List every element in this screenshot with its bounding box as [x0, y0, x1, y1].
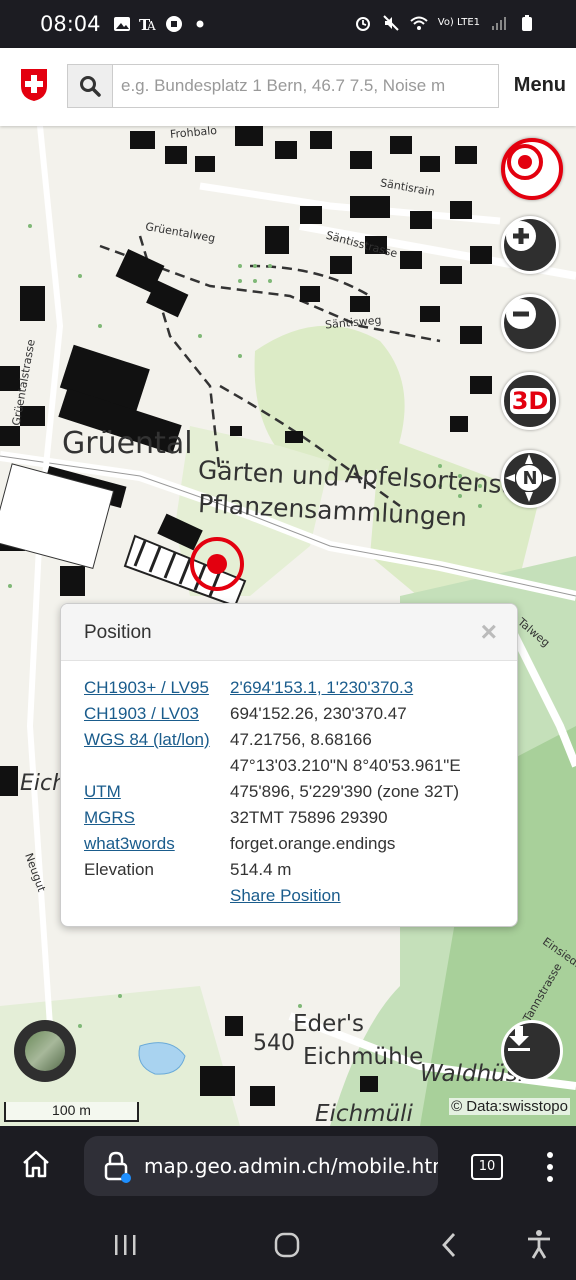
- search-bar: [67, 64, 499, 108]
- alarm-icon: [355, 17, 370, 31]
- wgs84-dms-key: [84, 753, 230, 779]
- zoom-in-icon: [506, 221, 536, 251]
- url-text[interactable]: map.geo.admin.ch/mobile.html: [144, 1154, 438, 1178]
- zoom-out-button[interactable]: [501, 294, 559, 352]
- scale-label: 100 m: [52, 1102, 91, 1118]
- status-time: 08:04: [40, 12, 101, 36]
- url-bar[interactable]: map.geo.admin.ch/mobile.html: [84, 1136, 438, 1196]
- elevation-value: 514.4 m: [230, 860, 292, 879]
- zoom-out-icon: [506, 299, 536, 329]
- what3words-link[interactable]: what3words: [84, 831, 230, 857]
- download-icon: [508, 1026, 530, 1051]
- app-header: Menu: [0, 48, 576, 126]
- popup-title: Position: [84, 622, 152, 643]
- map-label-elevation: 540: [253, 1031, 295, 1056]
- threed-label: 3D: [509, 387, 551, 415]
- row-lv03: CH1903 / LV03 694'152.26, 230'370.47: [84, 701, 517, 727]
- mgrs-value: 32TMT 75896 29390: [230, 808, 388, 827]
- zoom-in-button[interactable]: [501, 216, 559, 274]
- compass-label: N: [522, 468, 538, 489]
- background-layer-button[interactable]: [14, 1020, 76, 1082]
- what3words-value: forget.orange.endings: [230, 834, 396, 853]
- row-wgs84: WGS 84 (lat/lon) 47.21756, 8.68166: [84, 727, 517, 753]
- wifi-icon: [410, 16, 428, 30]
- row-elevation: Elevation 514.4 m: [84, 857, 517, 883]
- mute-icon: [383, 15, 399, 31]
- search-icon: [80, 76, 101, 97]
- network-label: Vo) LTE1: [437, 17, 480, 28]
- row-utm: UTM 475'896, 5'229'390 (zone 32T): [84, 779, 517, 805]
- home-nav-icon[interactable]: [273, 1231, 301, 1259]
- dot-icon: [196, 20, 204, 28]
- elevation-key: Elevation: [84, 860, 154, 879]
- location-icon: [507, 144, 543, 180]
- wgs84-value: 47.21756, 8.68166: [230, 730, 372, 749]
- tabs-button[interactable]: 10: [471, 1154, 503, 1180]
- gallery-icon: [113, 17, 130, 31]
- signal-icon: [492, 17, 506, 30]
- lv95-link[interactable]: CH1903+ / LV95: [84, 675, 230, 701]
- recent-apps-icon[interactable]: [112, 1232, 138, 1258]
- battery-icon: [522, 15, 532, 31]
- utm-value: 475'896, 5'229'390 (zone 32T): [230, 782, 460, 801]
- search-input[interactable]: [113, 65, 498, 107]
- more-options-icon[interactable]: [540, 1150, 560, 1184]
- row-mgrs: MGRS 32TMT 75896 29390: [84, 805, 517, 831]
- mgrs-link[interactable]: MGRS: [84, 805, 230, 831]
- row-wgs84-dms: 47°13'03.210"N 8°40'53.961"E: [84, 753, 517, 779]
- geolocation-button[interactable]: [501, 138, 563, 200]
- wgs84-link[interactable]: WGS 84 (lat/lon): [84, 727, 230, 753]
- row-lv95: CH1903+ / LV95 2'694'153.1, 1'230'370.3: [84, 675, 517, 701]
- share-key: [84, 883, 230, 909]
- accessibility-icon[interactable]: [524, 1228, 554, 1260]
- popup-body: CH1903+ / LV95 2'694'153.1, 1'230'370.3 C…: [61, 661, 517, 909]
- utm-link[interactable]: UTM: [84, 779, 230, 805]
- menu-button[interactable]: Menu: [514, 74, 566, 97]
- search-button[interactable]: [68, 65, 113, 107]
- swiss-flag-logo[interactable]: [20, 68, 48, 102]
- popup-header: Position ×: [61, 604, 517, 661]
- close-icon[interactable]: ×: [481, 616, 497, 648]
- browser-toolbar: map.geo.admin.ch/mobile.html 10: [0, 1126, 576, 1212]
- status-bar: 08:04 TA Vo) LTE1: [0, 0, 576, 48]
- threed-button[interactable]: 3D: [501, 372, 559, 430]
- home-icon[interactable]: [20, 1148, 52, 1180]
- svg-text:A: A: [146, 19, 156, 33]
- attribution[interactable]: © Data:swisstopo: [449, 1098, 570, 1115]
- row-share: Share Position: [84, 883, 517, 909]
- compass-button[interactable]: N: [501, 450, 559, 508]
- lv95-value[interactable]: 2'694'153.1, 1'230'370.3: [230, 675, 517, 701]
- lv03-link[interactable]: CH1903 / LV03: [84, 701, 230, 727]
- row-what3words: what3words forget.orange.endings: [84, 831, 517, 857]
- lv03-value: 694'152.26, 230'370.47: [230, 704, 407, 723]
- news-icon: TA: [139, 16, 156, 33]
- position-popup: Position × CH1903+ / LV95 2'694'153.1, 1'…: [60, 603, 518, 927]
- system-nav-bar: [0, 1212, 576, 1280]
- map-label-eichmuehli: Eichmüli: [315, 1101, 413, 1126]
- download-button[interactable]: [501, 1020, 563, 1082]
- wgs84-dms-value: 47°13'03.210"N 8°40'53.961"E: [230, 756, 461, 775]
- share-position-link[interactable]: Share Position: [230, 883, 517, 909]
- aerial-thumbnail-icon: [25, 1031, 65, 1071]
- messenger-icon: [165, 16, 182, 32]
- map-label-gruental: Grüental: [62, 426, 193, 461]
- back-icon[interactable]: [438, 1231, 460, 1259]
- map-label-eders: Eder's: [293, 1011, 365, 1037]
- scale-bar: 100 m: [4, 1102, 139, 1122]
- lock-icon[interactable]: [102, 1150, 132, 1184]
- map-label-eichmuehle: Eichmühle: [303, 1044, 424, 1070]
